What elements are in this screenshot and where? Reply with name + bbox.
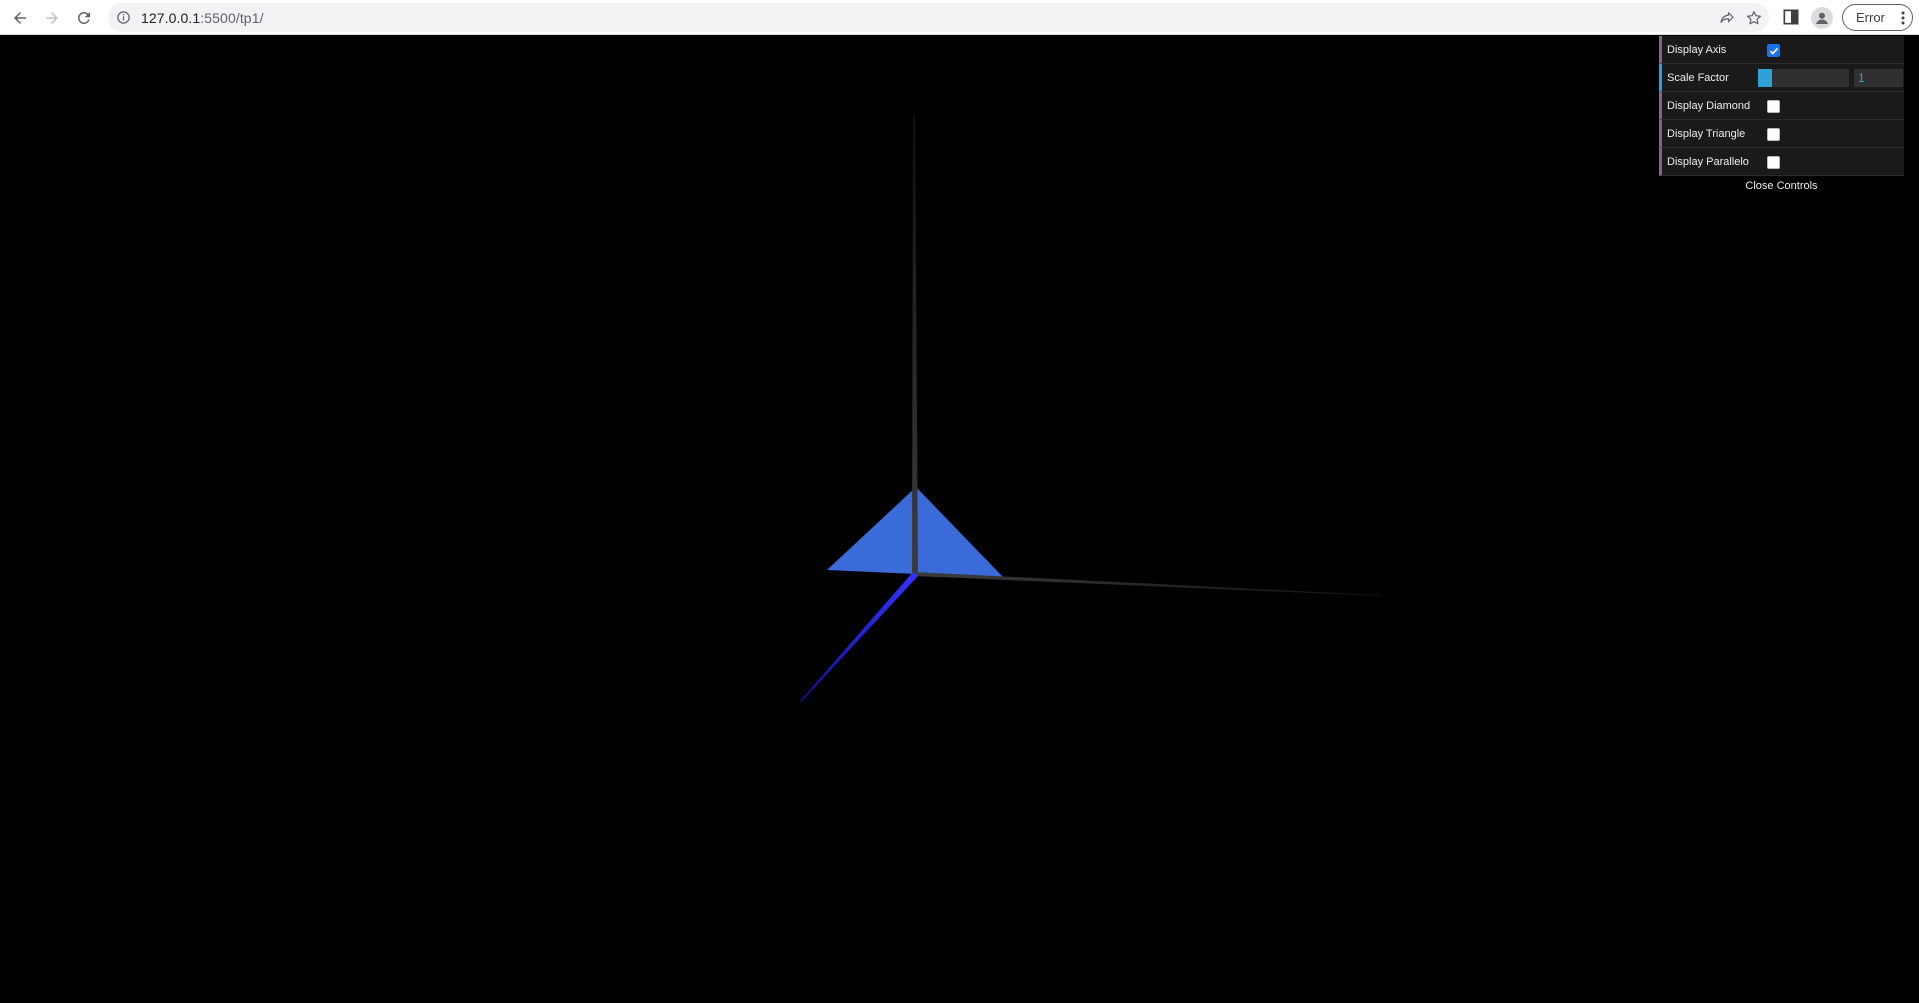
- star-icon[interactable]: [1745, 9, 1763, 27]
- control-label: Display Parallelo: [1667, 156, 1749, 168]
- browser-toolbar: 127.0.0.1:5500/tp1/ Error: [0, 0, 1919, 35]
- control-display-diamond[interactable]: Display Diamond: [1659, 92, 1904, 120]
- display-axis-checkbox[interactable]: [1767, 44, 1780, 57]
- checkmark-icon: [1769, 47, 1779, 55]
- display-parallelo-checkbox[interactable]: [1767, 156, 1780, 169]
- profile-avatar[interactable]: [1811, 7, 1833, 29]
- close-controls-button[interactable]: Close Controls: [1659, 176, 1904, 196]
- scale-factor-input[interactable]: 1: [1854, 69, 1903, 87]
- kebab-menu-icon[interactable]: [1900, 11, 1906, 25]
- forward-arrow-icon: [46, 12, 58, 24]
- profile-icon: [1816, 12, 1828, 24]
- share-icon[interactable]: [1718, 9, 1736, 27]
- error-chip-label: Error: [1856, 10, 1885, 25]
- scene-render: [800, 116, 1380, 702]
- reload-icon: [77, 11, 90, 24]
- scale-factor-slider[interactable]: [1758, 69, 1849, 87]
- url-path: :5500/tp1/: [200, 10, 264, 26]
- control-display-parallelo[interactable]: Display Parallelo: [1659, 148, 1904, 176]
- back-arrow-icon: [14, 12, 26, 24]
- axis-x: [914, 572, 1380, 596]
- address-bar[interactable]: 127.0.0.1:5500/tp1/: [108, 3, 1769, 32]
- display-diamond-checkbox[interactable]: [1767, 100, 1780, 113]
- side-panel-icon[interactable]: [1781, 7, 1801, 27]
- back-button[interactable]: [7, 5, 33, 31]
- axis-z: [800, 572, 918, 702]
- slider-fill: [1758, 69, 1772, 87]
- control-scale-factor[interactable]: Scale Factor 1: [1659, 64, 1904, 92]
- control-display-triangle[interactable]: Display Triangle: [1659, 120, 1904, 148]
- display-triangle-checkbox[interactable]: [1767, 128, 1780, 141]
- axis-y: [912, 116, 918, 574]
- control-display-axis[interactable]: Display Axis: [1659, 36, 1904, 64]
- control-label: Display Axis: [1667, 44, 1727, 56]
- control-label: Display Triangle: [1667, 128, 1746, 140]
- profile-error-chip[interactable]: Error: [1842, 4, 1913, 31]
- url-text: 127.0.0.1:5500/tp1/: [141, 10, 264, 26]
- forward-button[interactable]: [39, 5, 65, 31]
- controls-panel: Display Axis Scale Factor 1 Display Diam…: [1659, 36, 1904, 196]
- url-host: 127.0.0.1: [141, 10, 201, 26]
- reload-button[interactable]: [71, 5, 97, 31]
- info-icon[interactable]: [116, 10, 131, 25]
- webgl-canvas[interactable]: [0, 36, 1919, 1003]
- control-label: Scale Factor: [1667, 72, 1729, 84]
- control-label: Display Diamond: [1667, 100, 1751, 112]
